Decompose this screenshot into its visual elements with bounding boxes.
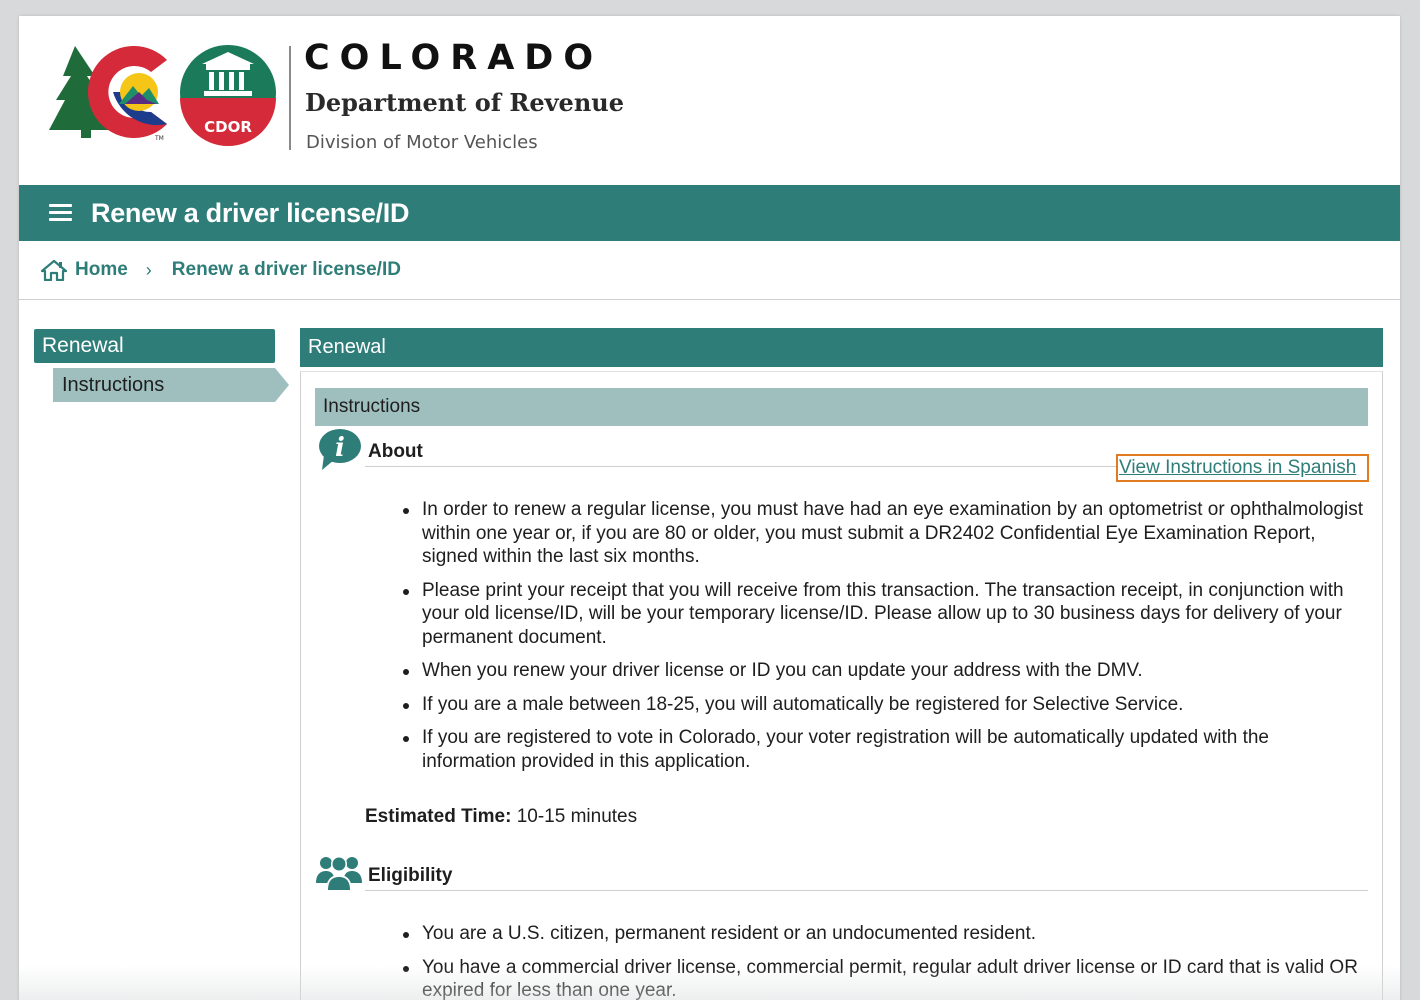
list-item: When you renew your driver license or ID… bbox=[403, 659, 1368, 683]
about-list: In order to renew a regular license, you… bbox=[403, 498, 1368, 783]
site-header: TM CDOR COLORADO Department of Revenue D… bbox=[19, 16, 1400, 185]
estimated-time: Estimated Time: 10-15 minutes bbox=[365, 806, 637, 828]
eligibility-divider bbox=[365, 890, 1368, 891]
list-item: If you are a male between 18-25, you wil… bbox=[403, 693, 1368, 717]
breadcrumb-current-link[interactable]: Renew a driver license/ID bbox=[172, 259, 401, 281]
about-title: About bbox=[368, 441, 423, 462]
page: TM CDOR COLORADO Department of Revenue D… bbox=[19, 16, 1400, 1000]
breadcrumb-home-link[interactable]: Home bbox=[41, 259, 128, 281]
main-section-header: Renewal bbox=[300, 328, 1383, 367]
list-item: Please print your receipt that you will … bbox=[403, 579, 1368, 650]
colorado-logo-icon[interactable]: TM CDOR bbox=[47, 42, 279, 146]
svg-text:TM: TM bbox=[154, 135, 164, 142]
list-item: In order to renew a regular license, you… bbox=[403, 498, 1368, 569]
eligibility-title: Eligibility bbox=[368, 865, 453, 886]
title-bar: Renew a driver license/ID bbox=[19, 185, 1400, 241]
list-item: If you are registered to vote in Colorad… bbox=[403, 726, 1368, 773]
svg-text:i: i bbox=[335, 433, 345, 463]
list-item: You are a U.S. citizen, permanent reside… bbox=[403, 922, 1368, 946]
users-icon bbox=[316, 856, 362, 891]
estimated-time-value: 10-15 minutes bbox=[516, 806, 638, 827]
breadcrumb-home-label: Home bbox=[75, 259, 128, 280]
page-title: Renew a driver license/ID bbox=[91, 197, 410, 228]
breadcrumb: Home › Renew a driver license/ID bbox=[19, 241, 1400, 300]
brand-division: Division of Motor Vehicles bbox=[306, 132, 538, 153]
hamburger-menu-icon[interactable] bbox=[49, 204, 72, 222]
instructions-subheader: Instructions bbox=[315, 388, 1368, 426]
estimated-time-label: Estimated Time: bbox=[365, 806, 512, 827]
list-item: You have a commercial driver license, co… bbox=[403, 956, 1368, 1000]
home-icon bbox=[41, 259, 67, 281]
sidebar-item-instructions[interactable]: Instructions bbox=[53, 368, 289, 402]
chevron-right-icon: › bbox=[145, 259, 152, 280]
brand-title: COLORADO bbox=[304, 38, 604, 78]
brand-department: Department of Revenue bbox=[305, 88, 624, 117]
eligibility-list: You are a U.S. citizen, permanent reside… bbox=[403, 922, 1368, 1000]
view-instructions-spanish-link[interactable]: View Instructions in Spanish bbox=[1116, 454, 1369, 482]
info-icon: i bbox=[319, 429, 361, 470]
header-divider bbox=[289, 46, 291, 150]
svg-text:CDOR: CDOR bbox=[204, 118, 252, 136]
sidebar-header[interactable]: Renewal bbox=[34, 329, 275, 363]
